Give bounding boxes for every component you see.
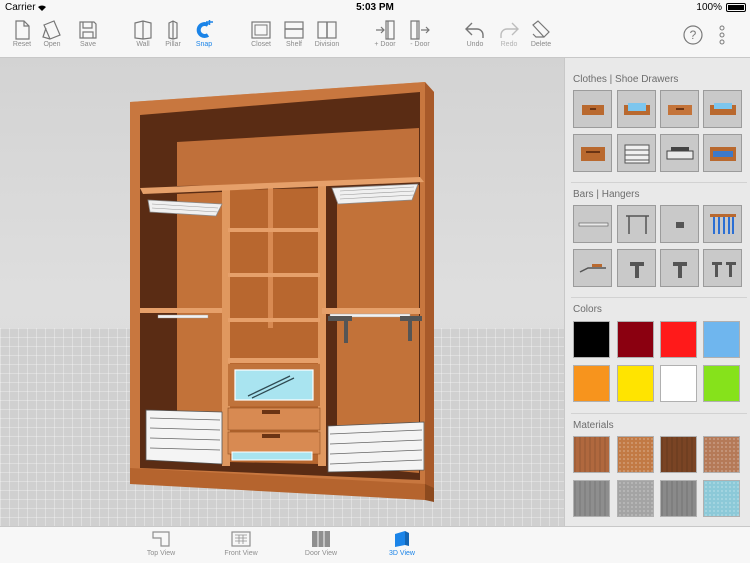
wall-icon xyxy=(134,20,152,40)
material-swatch-6[interactable] xyxy=(617,480,654,517)
drawer-item-2[interactable] xyxy=(617,90,656,128)
view-tab-bar: Top View Front View Door View 3D View xyxy=(0,526,750,563)
bar-item-8[interactable] xyxy=(703,249,742,287)
material-swatch-8[interactable] xyxy=(703,480,740,517)
wardrobe-model[interactable] xyxy=(130,82,434,502)
undo-button[interactable]: Undo xyxy=(456,18,494,56)
colors-section-title: Colors xyxy=(573,304,602,315)
drawer-item-4[interactable] xyxy=(703,90,742,128)
bars-section-title: Bars | Hangers xyxy=(573,189,640,200)
vertical-ellipsis-icon xyxy=(719,25,725,45)
battery-percent: 100% xyxy=(696,2,722,13)
color-swatch-3[interactable] xyxy=(660,321,697,358)
drawer-thumbnail xyxy=(582,105,604,115)
bar-item-4[interactable] xyxy=(703,205,742,243)
section-divider xyxy=(571,182,747,183)
help-button[interactable]: ? xyxy=(683,25,703,45)
eraser-icon xyxy=(532,20,550,38)
hanger-rail-thumbnail xyxy=(626,215,649,234)
pillar-icon xyxy=(168,20,178,40)
status-bar: Carrier 5:03 PM 100% xyxy=(0,0,750,16)
drawer-item-5[interactable] xyxy=(573,134,612,172)
drawer-thumbnail xyxy=(668,105,692,115)
new-document-icon xyxy=(15,20,30,40)
material-swatch-2[interactable] xyxy=(617,436,654,473)
save-icon xyxy=(79,21,97,39)
delete-button[interactable]: Delete xyxy=(522,18,560,56)
color-swatch-4[interactable] xyxy=(703,321,740,358)
closet-icon xyxy=(251,21,271,39)
hanging-bar-thumbnail xyxy=(578,222,609,227)
add-door-button[interactable]: + Door xyxy=(366,18,404,56)
battery-icon xyxy=(726,3,746,12)
pull-out-bar-thumbnail xyxy=(579,264,606,273)
bar-item-2[interactable] xyxy=(617,205,656,243)
open-button[interactable]: Open xyxy=(33,18,71,56)
section-divider xyxy=(571,297,747,298)
shoe-rack-thumbnail xyxy=(624,144,650,164)
bar-item-1[interactable] xyxy=(573,205,612,243)
3d-viewport[interactable] xyxy=(0,58,564,526)
magnet-icon xyxy=(196,20,213,38)
tab-door-view[interactable]: Door View xyxy=(296,530,346,562)
more-options-button[interactable] xyxy=(715,25,729,45)
glass-drawer-thumbnail xyxy=(710,103,736,115)
color-swatch-8[interactable] xyxy=(703,365,740,402)
tie-rack-thumbnail xyxy=(710,214,736,234)
shoe-rack-thumbnail xyxy=(666,147,694,160)
color-swatch-7[interactable] xyxy=(660,365,697,402)
save-button[interactable]: Save xyxy=(69,18,107,56)
open-file-icon xyxy=(42,20,61,40)
front-view-icon xyxy=(231,531,251,547)
wardrobe-3d-scene[interactable] xyxy=(0,58,564,526)
division-icon xyxy=(317,21,337,39)
redo-icon xyxy=(500,22,519,38)
tab-3d-view[interactable]: 3D View xyxy=(377,530,427,562)
drawer-item-6[interactable] xyxy=(703,134,742,172)
3d-view-icon xyxy=(395,531,409,547)
division-button[interactable]: Division xyxy=(308,18,346,56)
glass-drawer-thumbnail xyxy=(710,147,736,161)
glass-drawer-thumbnail xyxy=(624,103,650,115)
shelf-icon xyxy=(284,21,304,39)
color-swatch-1[interactable] xyxy=(573,321,610,358)
catalog-panel: Clothes | Shoe Drawers Bars | Hangers Co… xyxy=(564,58,750,526)
color-swatch-6[interactable] xyxy=(617,365,654,402)
bar-item-6[interactable] xyxy=(617,249,656,287)
hook-thumbnail xyxy=(676,222,684,228)
undo-icon xyxy=(465,22,484,38)
material-swatch-1[interactable] xyxy=(573,436,610,473)
color-swatch-2[interactable] xyxy=(617,321,654,358)
toolbar: Reset Open Save Wall Pillar Snap Closet … xyxy=(0,16,750,58)
top-view-icon xyxy=(152,531,170,547)
remove-door-button[interactable]: - Door xyxy=(401,18,439,56)
bar-item-5[interactable] xyxy=(573,249,612,287)
valet-hook-thumbnail xyxy=(630,262,644,278)
snap-button[interactable]: Snap xyxy=(185,18,223,56)
clock: 5:03 PM xyxy=(356,2,394,13)
bar-item-7[interactable] xyxy=(660,249,699,287)
shoe-rack-item-1[interactable] xyxy=(617,134,656,172)
drawer-thumbnail xyxy=(581,147,605,161)
valet-hook-thumbnail xyxy=(673,262,687,278)
add-door-icon xyxy=(376,20,395,40)
remove-door-icon xyxy=(410,20,430,40)
material-swatch-3[interactable] xyxy=(660,436,697,473)
material-swatch-5[interactable] xyxy=(573,480,610,517)
shoe-rack-item-2[interactable] xyxy=(660,134,699,172)
bar-item-3[interactable] xyxy=(660,205,699,243)
material-swatch-7[interactable] xyxy=(660,480,697,517)
tab-top-view[interactable]: Top View xyxy=(136,530,186,562)
double-hook-thumbnail xyxy=(712,262,736,277)
clothes-section-title: Clothes | Shoe Drawers xyxy=(573,74,679,85)
material-swatch-4[interactable] xyxy=(703,436,740,473)
drawer-item-1[interactable] xyxy=(573,90,612,128)
color-swatch-5[interactable] xyxy=(573,365,610,402)
drawer-item-3[interactable] xyxy=(660,90,699,128)
materials-section-title: Materials xyxy=(573,420,614,431)
tab-front-view[interactable]: Front View xyxy=(216,530,266,562)
door-view-icon xyxy=(312,531,330,547)
section-divider xyxy=(571,413,747,414)
